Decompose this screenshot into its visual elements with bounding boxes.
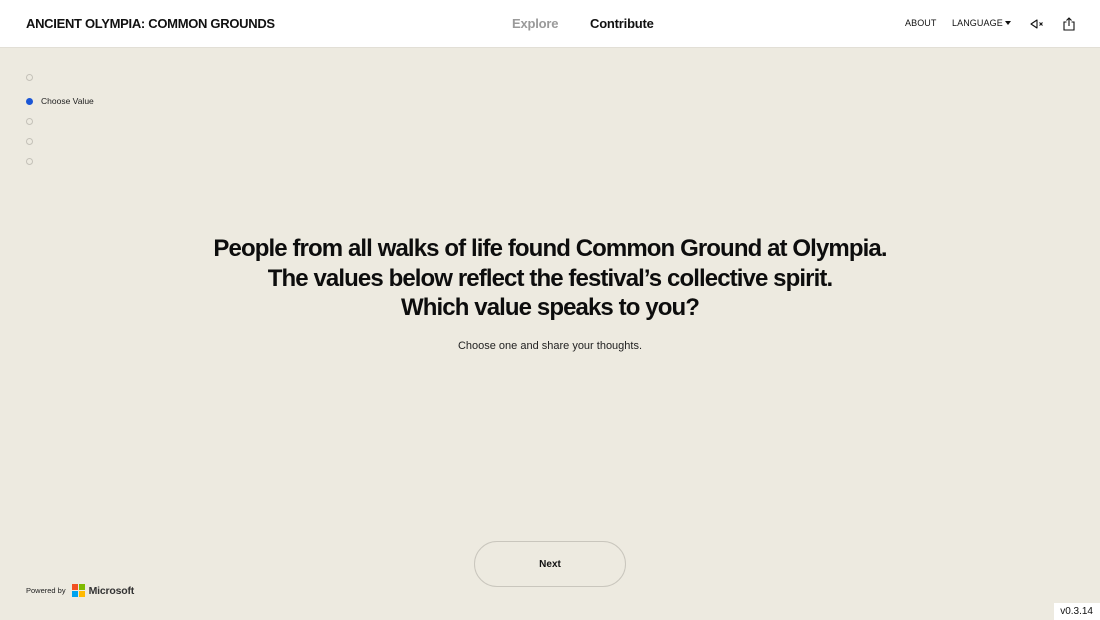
- language-selector[interactable]: LANGUAGE: [952, 18, 1003, 28]
- version-badge: v0.3.14: [1054, 603, 1100, 620]
- nav-contribute[interactable]: Contribute: [590, 16, 654, 31]
- site-title[interactable]: ANCIENT OLYMPIA: COMMON GROUNDS: [26, 16, 275, 31]
- speaker-mute-icon[interactable]: [1028, 15, 1046, 33]
- progress-step-5[interactable]: [26, 158, 33, 165]
- step-dot-icon: [26, 158, 33, 165]
- step-dot-icon: [26, 118, 33, 125]
- hero-subtitle: Choose one and share your thoughts.: [457, 339, 643, 352]
- progress-step-4[interactable]: [26, 138, 33, 145]
- step-dot-icon: [26, 74, 33, 81]
- microsoft-brand: Microsoft: [88, 584, 135, 597]
- powered-by-label: Powered by: [26, 586, 66, 595]
- hero-heading-line-2: The values below reflect the festival’s …: [267, 264, 833, 292]
- progress-step-2[interactable]: Choose Value: [26, 96, 94, 106]
- progress-step-3[interactable]: [26, 118, 33, 125]
- step-label: Choose Value: [41, 96, 94, 106]
- about-link[interactable]: ABOUT: [905, 18, 937, 28]
- microsoft-logo-icon: [71, 584, 85, 597]
- chevron-down-icon[interactable]: [1005, 21, 1011, 25]
- step-dot-icon: [26, 97, 33, 105]
- hero-heading-line-3: Which value speaks to you?: [400, 294, 700, 321]
- share-icon[interactable]: [1060, 15, 1078, 33]
- next-button[interactable]: Next: [474, 541, 626, 587]
- share-icon-svg: [1063, 17, 1075, 31]
- speaker-mute-icon-svg: [1030, 19, 1043, 29]
- hero: People from all walks of life found Comm…: [0, 234, 1100, 352]
- step-dot-icon: [26, 138, 33, 145]
- nav-explore[interactable]: Explore: [512, 16, 558, 31]
- powered-by[interactable]: Powered by Microsoft: [26, 584, 134, 597]
- hero-heading-line-1: People from all walks of life found Comm…: [213, 235, 887, 262]
- top-header: ANCIENT OLYMPIA: COMMON GROUNDS Explore …: [0, 0, 1100, 48]
- progress-step-1[interactable]: [26, 74, 33, 81]
